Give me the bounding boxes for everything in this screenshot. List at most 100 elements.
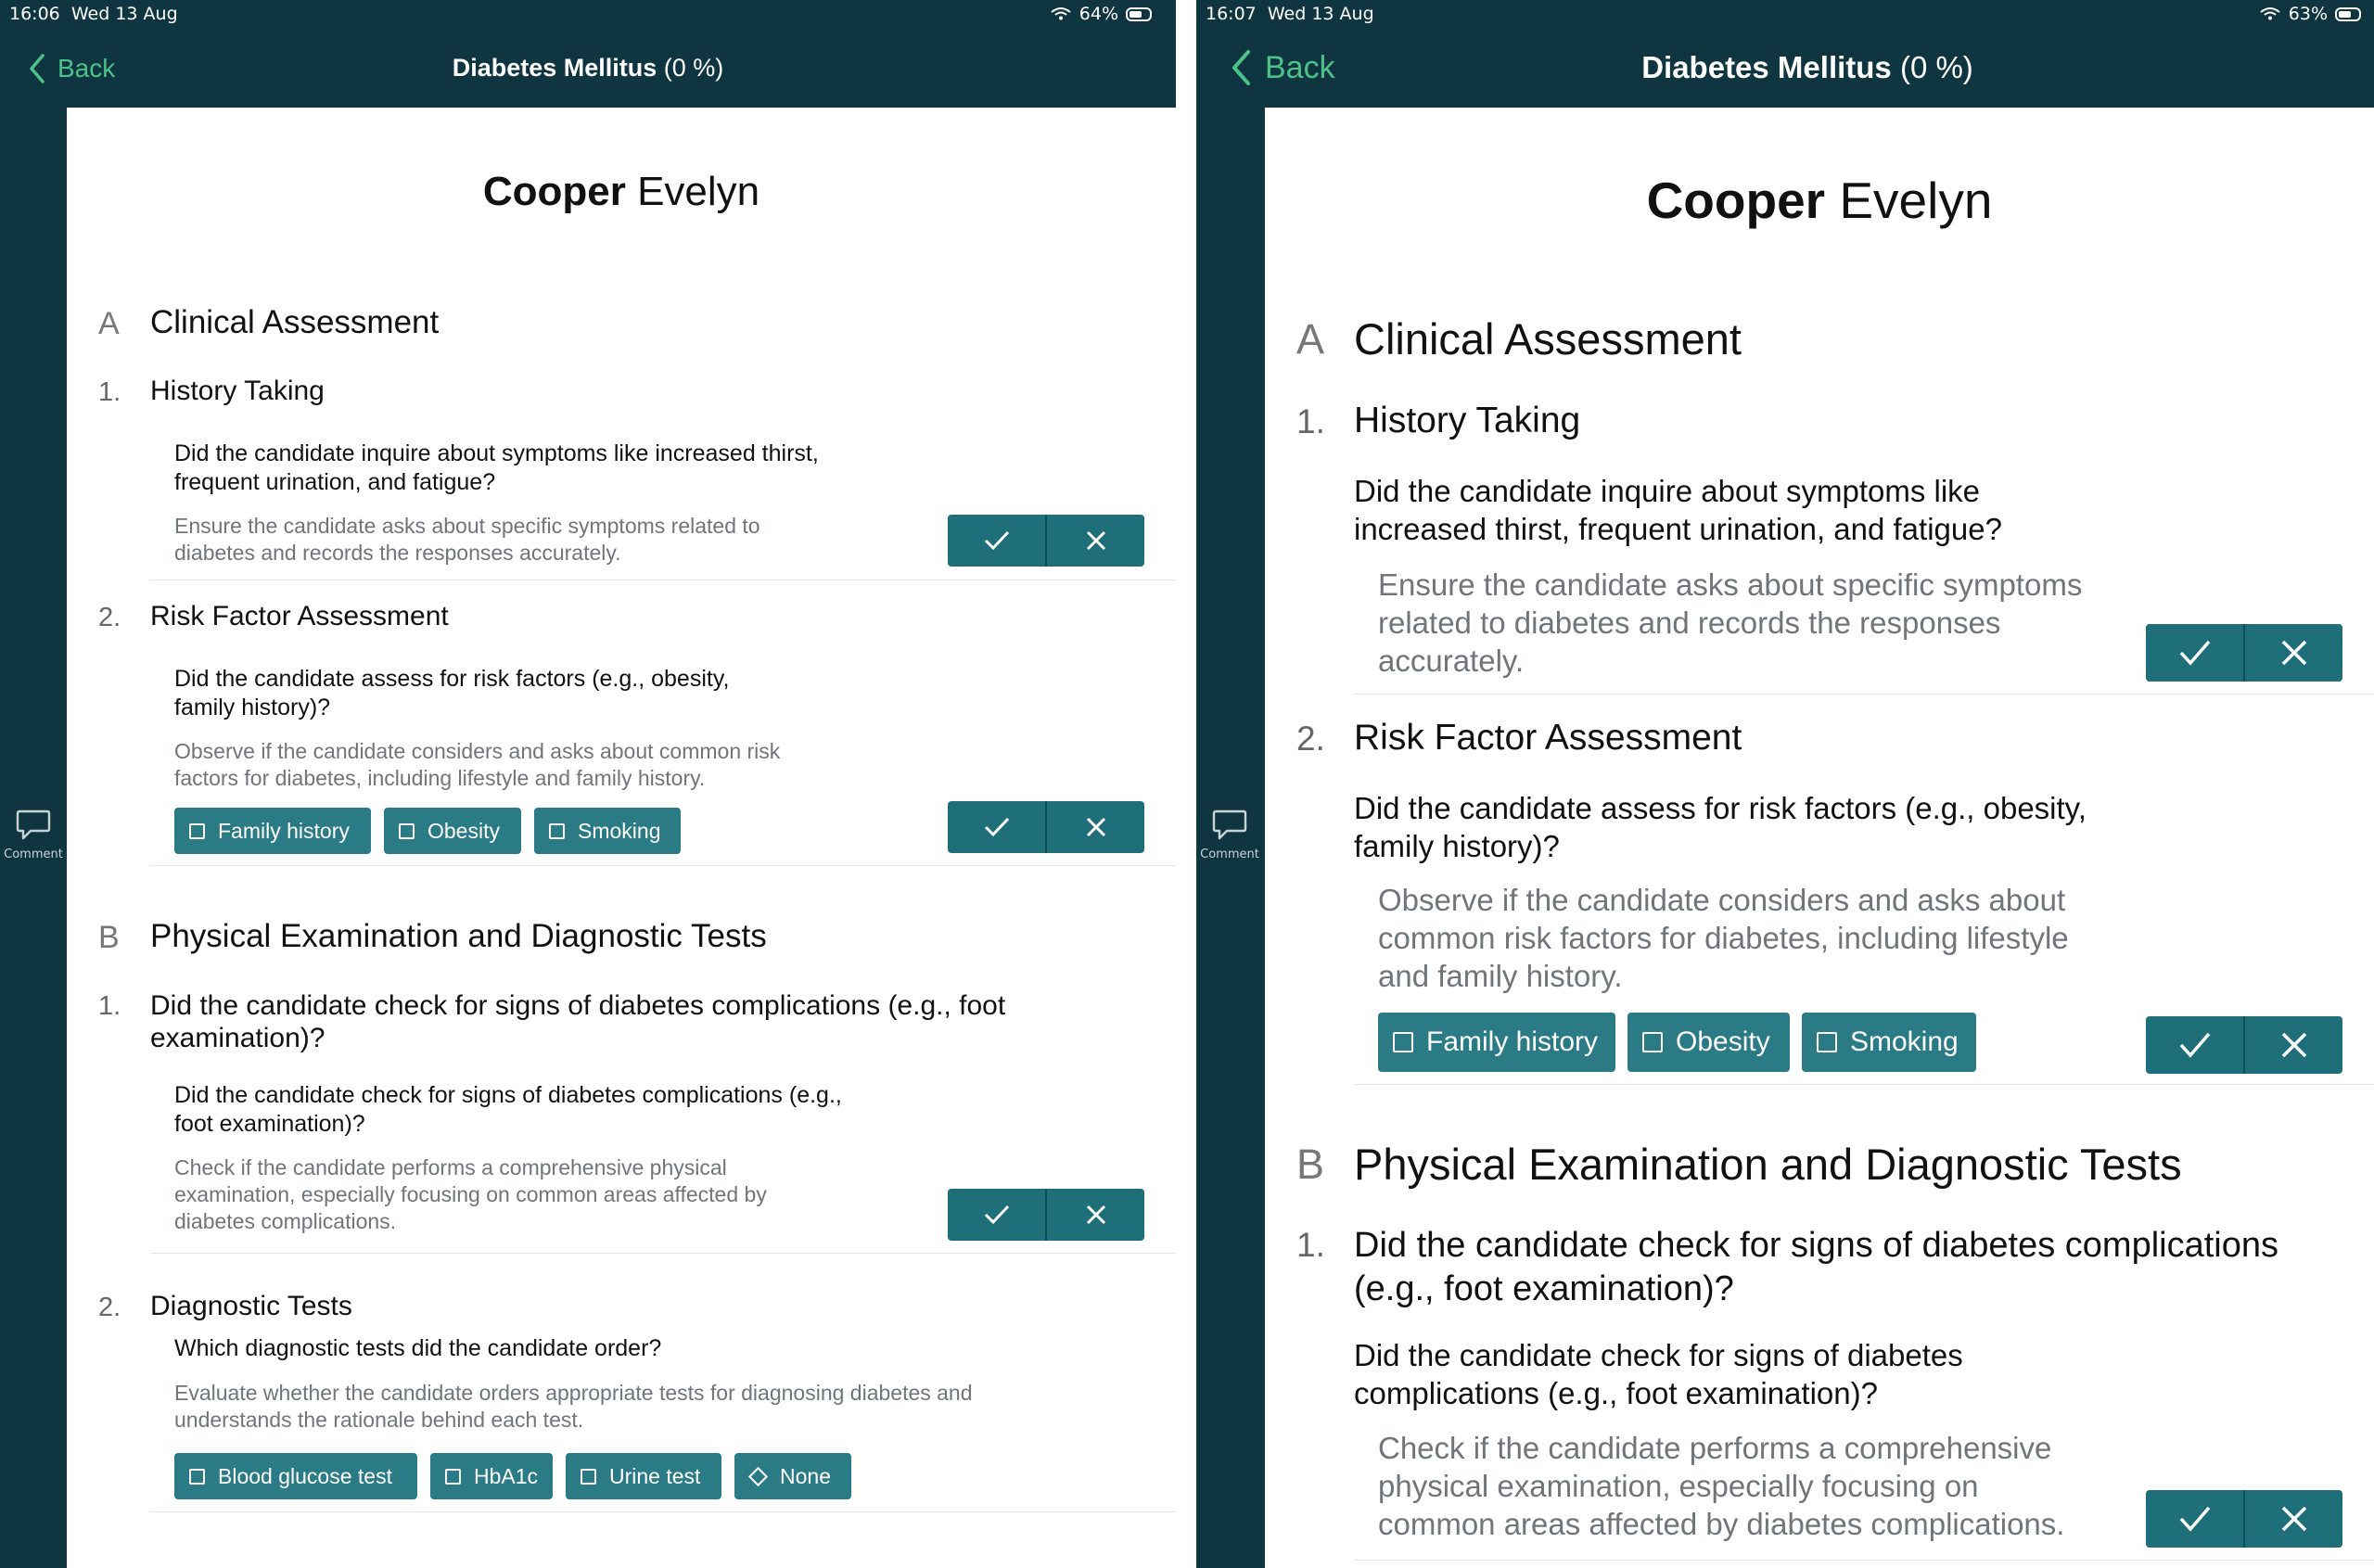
student-name: Cooper Evelyn xyxy=(482,169,760,214)
item-title: Did the candidate check for signs of dia… xyxy=(150,990,1006,1053)
risk-factor-chips: Family history Obesity Smoking xyxy=(1378,1013,1976,1072)
question-text: Did the candidate check for signs of dia… xyxy=(174,1082,842,1137)
cross-icon xyxy=(1086,530,1105,551)
hint-text: Ensure the candidate asks about specific… xyxy=(174,514,760,565)
chip-family-history[interactable]: Family history xyxy=(1378,1013,1615,1072)
answer-buttons xyxy=(2146,1016,2342,1074)
hint-text: Observe if the candidate considers and a… xyxy=(1378,883,2069,993)
section-title: Physical Examination and Diagnostic Test… xyxy=(1354,1140,2182,1189)
question-text: Did the candidate inquire about symptoms… xyxy=(1354,474,2002,546)
student-name: Cooper Evelyn xyxy=(1646,172,1993,229)
hint-text: Observe if the candidate considers and a… xyxy=(174,739,781,790)
yes-button[interactable] xyxy=(948,515,1045,567)
nav-bar: Back Diabetes Mellitus (0 %) xyxy=(0,30,1176,108)
yes-button[interactable] xyxy=(948,1189,1045,1241)
divider xyxy=(1354,1084,2374,1085)
chip-smoking[interactable]: Smoking xyxy=(534,808,681,854)
form-content: Cooper Evelyn A Clinical Assessment 1. H… xyxy=(67,108,1176,1568)
chip-blood-glucose-test[interactable]: Blood glucose test xyxy=(174,1453,417,1499)
chip-family-history[interactable]: Family history xyxy=(174,808,371,854)
nav-bar: Back Diabetes Mellitus (0 %) xyxy=(1196,30,2374,108)
checkmark-icon xyxy=(2179,1506,2210,1532)
status-bar: 16:06 Wed 13 Aug 64% xyxy=(0,0,1176,30)
chip-none[interactable]: None xyxy=(734,1453,851,1499)
divider xyxy=(150,865,1176,866)
yes-button[interactable] xyxy=(2146,624,2243,682)
question-text: Did the candidate inquire about symptoms… xyxy=(174,440,819,495)
question-text: Which diagnostic tests did the candidate… xyxy=(174,1335,662,1361)
right-screen: 16:07 Wed 13 Aug 63% Back Diabetes Melli… xyxy=(1196,0,2374,1568)
status-right: 64% xyxy=(1050,4,1152,24)
nav-title: Diabetes Mellitus (0 %) xyxy=(1641,50,1973,84)
comment-label: Comment xyxy=(4,848,63,861)
status-bar: 16:07 Wed 13 Aug 63% xyxy=(1196,0,2374,30)
checkmark-icon xyxy=(984,1205,1009,1225)
section-letter: A xyxy=(1296,315,1325,363)
question-text: Did the candidate check for signs of dia… xyxy=(1354,1338,1963,1410)
item-title: Risk Factor Assessment xyxy=(150,601,449,631)
checkmark-icon xyxy=(2179,1032,2210,1058)
no-button[interactable] xyxy=(1045,515,1144,567)
left-screen: 16:06 Wed 13 Aug 64% Back Diabetes Melli… xyxy=(0,0,1176,1568)
no-button[interactable] xyxy=(2243,1016,2342,1074)
item-title: History Taking xyxy=(1354,401,1581,440)
cross-icon xyxy=(2281,1506,2306,1532)
item-number: 1. xyxy=(1296,402,1325,440)
cross-icon xyxy=(2281,640,2306,666)
item-title: Risk Factor Assessment xyxy=(1354,718,1742,758)
comment-icon xyxy=(1212,809,1247,840)
status-time: 16:06 Wed 13 Aug xyxy=(9,4,178,24)
yes-button[interactable] xyxy=(2146,1016,2243,1074)
comment-button[interactable]: Comment xyxy=(1196,809,1263,861)
item-number: 1. xyxy=(98,377,121,407)
status-time: 16:07 Wed 13 Aug xyxy=(1206,4,1374,24)
item-title: Did the candidate check for signs of dia… xyxy=(1354,1226,2278,1308)
comment-label: Comment xyxy=(1200,848,1259,861)
screenshot-separator xyxy=(1176,0,1196,1568)
item-number: 2. xyxy=(98,1293,121,1322)
diagnostic-test-chips: Blood glucose test HbA1c Urine test None xyxy=(174,1453,851,1499)
no-button[interactable] xyxy=(2243,624,2342,682)
chip-obesity[interactable]: Obesity xyxy=(384,808,521,854)
no-button[interactable] xyxy=(1045,801,1144,853)
item-number: 2. xyxy=(98,603,121,632)
checkmark-icon xyxy=(984,530,1009,551)
yes-button[interactable] xyxy=(2146,1490,2243,1548)
item-title: Diagnostic Tests xyxy=(150,1291,352,1321)
form-content: Cooper Evelyn A Clinical Assessment 1. H… xyxy=(1265,108,2374,1568)
answer-buttons xyxy=(2146,624,2342,682)
checkmark-icon xyxy=(984,817,1009,837)
question-text: Did the candidate assess for risk factor… xyxy=(1354,791,2087,863)
hint-text: Ensure the candidate asks about specific… xyxy=(1378,567,2083,678)
chip-obesity[interactable]: Obesity xyxy=(1627,1013,1790,1072)
nav-title: Diabetes Mellitus (0 %) xyxy=(452,54,724,82)
yes-button[interactable] xyxy=(948,801,1045,853)
item-title: History Taking xyxy=(150,376,325,406)
hint-text: Check if the candidate performs a compre… xyxy=(1378,1431,2065,1541)
no-button[interactable] xyxy=(2243,1490,2342,1548)
battery-percent: 63% xyxy=(2288,4,2328,24)
wifi-icon xyxy=(2260,7,2280,20)
section-title: Clinical Assessment xyxy=(1354,314,1742,363)
item-number: 2. xyxy=(1296,720,1325,758)
chip-urine-test[interactable]: Urine test xyxy=(566,1453,721,1499)
hint-text: Evaluate whether the candidate orders ap… xyxy=(174,1381,973,1432)
answer-buttons xyxy=(948,801,1144,853)
hint-text: Check if the candidate performs a compre… xyxy=(174,1155,767,1233)
section-letter: B xyxy=(1296,1141,1325,1188)
item-number: 1. xyxy=(1296,1226,1325,1264)
comment-button[interactable]: Comment xyxy=(0,809,67,861)
comment-icon xyxy=(16,809,51,840)
divider xyxy=(1354,1560,2374,1561)
divider xyxy=(1354,694,2374,695)
answer-buttons xyxy=(948,515,1144,567)
section-title: Physical Examination and Diagnostic Test… xyxy=(150,918,767,954)
risk-factor-chips: Family history Obesity Smoking xyxy=(174,808,681,854)
item-number: 1. xyxy=(98,991,121,1021)
chip-smoking[interactable]: Smoking xyxy=(1802,1013,1976,1072)
section-letter: B xyxy=(98,920,120,955)
question-text: Did the candidate assess for risk factor… xyxy=(174,666,730,720)
no-button[interactable] xyxy=(1045,1189,1144,1241)
battery-icon xyxy=(1126,6,1152,21)
chip-hba1c[interactable]: HbA1c xyxy=(430,1453,553,1499)
